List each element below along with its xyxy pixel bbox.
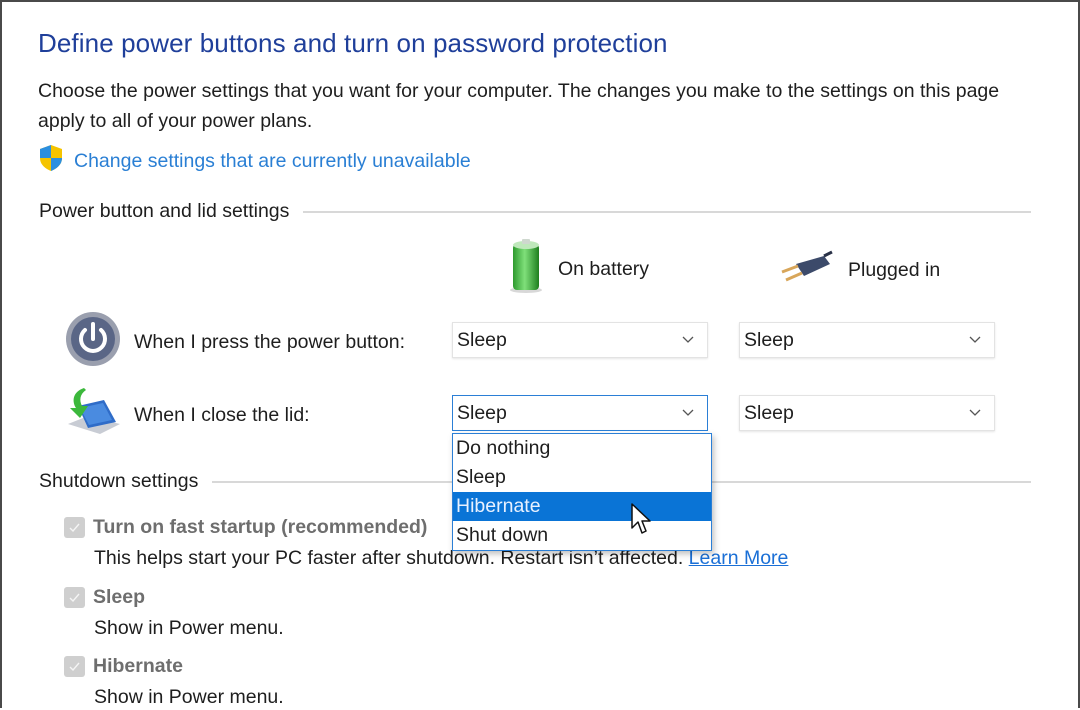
laptop-lid-icon: [64, 386, 122, 444]
selected-value: Sleep: [744, 401, 794, 424]
power-button-on-battery-select[interactable]: Sleep: [452, 322, 708, 358]
dropdown-option-do-nothing[interactable]: Do nothing: [453, 434, 711, 463]
dropdown-option-sleep[interactable]: Sleep: [453, 463, 711, 492]
power-button-label: When I press the power button:: [134, 330, 405, 353]
power-lid-section-header: Power button and lid settings: [39, 200, 1031, 223]
dropdown-option-shut-down[interactable]: Shut down: [453, 521, 711, 550]
plugged-in-label: Plugged in: [848, 258, 941, 281]
selected-value: Sleep: [744, 328, 794, 351]
section-heading: Power button and lid settings: [39, 200, 290, 222]
power-plug-icon: [778, 250, 834, 290]
page-description: Choose the power settings that you want …: [38, 80, 1000, 132]
section-heading: Shutdown settings: [39, 470, 199, 492]
lid-close-row-label: When I close the lid:: [64, 386, 310, 444]
sleep-checkbox[interactable]: [64, 587, 85, 608]
chevron-down-icon: [681, 333, 695, 347]
hibernate-checkbox[interactable]: [64, 656, 85, 677]
hibernate-description: Show in Power menu.: [94, 686, 284, 708]
power-button-row-label: When I press the power button:: [64, 310, 405, 374]
lid-close-dropdown-list[interactable]: Do nothing Sleep Hibernate Shut down: [452, 433, 712, 551]
column-header-on-battery: On battery: [508, 238, 649, 300]
selected-value: Sleep: [457, 401, 507, 424]
lid-close-plugged-in-select[interactable]: Sleep: [739, 395, 995, 431]
lid-close-on-battery-select[interactable]: Sleep: [452, 395, 708, 431]
chevron-down-icon: [681, 406, 695, 420]
power-options-window: Define power buttons and turn on passwor…: [0, 0, 1080, 708]
dropdown-option-hibernate[interactable]: Hibernate: [453, 492, 711, 521]
hibernate-label: Hibernate: [93, 655, 183, 677]
change-settings-label: Change settings that are currently unava…: [74, 149, 471, 172]
power-button-plugged-in-select[interactable]: Sleep: [739, 322, 995, 358]
fast-startup-checkbox[interactable]: [64, 517, 85, 538]
lid-close-label: When I close the lid:: [134, 403, 310, 426]
page-title: Define power buttons and turn on passwor…: [38, 28, 668, 58]
sleep-checkbox-row[interactable]: Sleep: [64, 586, 145, 609]
on-battery-label: On battery: [558, 257, 650, 280]
mouse-cursor-icon: [630, 502, 654, 541]
power-button-icon: [64, 310, 122, 374]
uac-shield-icon: [38, 144, 64, 178]
section-divider: [303, 210, 1031, 213]
chevron-down-icon: [968, 333, 982, 347]
sleep-description: Show in Power menu.: [94, 617, 284, 639]
chevron-down-icon: [968, 406, 982, 420]
column-header-plugged-in: Plugged in: [778, 250, 940, 290]
sleep-label: Sleep: [93, 586, 146, 608]
change-unavailable-settings-link[interactable]: Change settings that are currently unava…: [38, 144, 471, 178]
fast-startup-label: Turn on fast startup (recommended): [93, 516, 428, 538]
hibernate-checkbox-row[interactable]: Hibernate: [64, 655, 183, 678]
selected-value: Sleep: [457, 328, 507, 351]
fast-startup-checkbox-row[interactable]: Turn on fast startup (recommended): [64, 516, 427, 539]
battery-icon: [508, 238, 544, 300]
